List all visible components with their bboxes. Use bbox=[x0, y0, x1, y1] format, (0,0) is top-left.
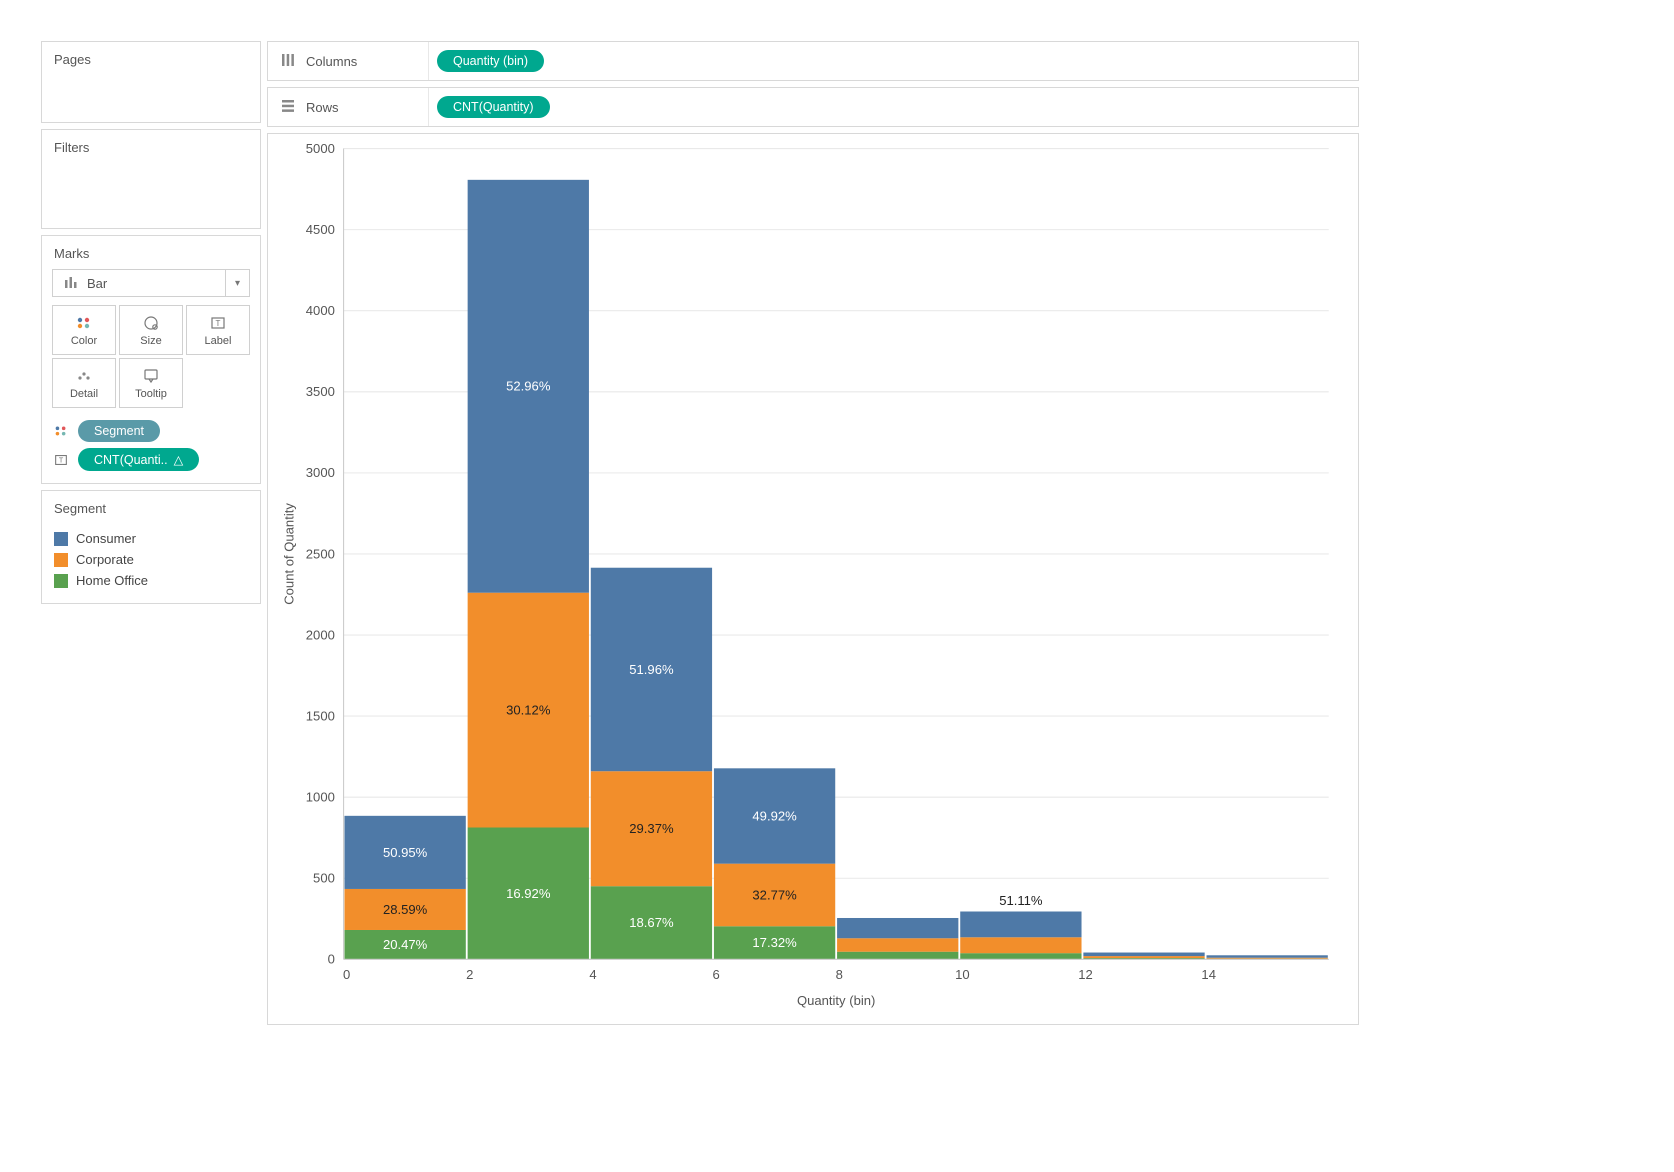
bar-segment[interactable] bbox=[1083, 953, 1204, 957]
legend-item[interactable]: Consumer bbox=[54, 528, 248, 549]
bar-label: 18.67% bbox=[629, 915, 674, 930]
rows-icon bbox=[280, 98, 296, 117]
bar-segment[interactable] bbox=[960, 953, 1081, 959]
pages-title: Pages bbox=[42, 42, 260, 71]
svg-text:0: 0 bbox=[343, 967, 350, 982]
bar-icon bbox=[63, 274, 79, 293]
bar-label: 30.12% bbox=[506, 702, 551, 717]
tooltip-icon bbox=[142, 367, 160, 385]
svg-text:3500: 3500 bbox=[306, 384, 335, 399]
columns-icon bbox=[280, 52, 296, 71]
bar-segment[interactable] bbox=[960, 937, 1081, 953]
svg-text:4500: 4500 bbox=[306, 222, 335, 237]
svg-text:6: 6 bbox=[712, 967, 719, 982]
mark-type-label: Bar bbox=[87, 276, 107, 291]
bar-segment[interactable] bbox=[837, 938, 958, 951]
svg-text:1000: 1000 bbox=[306, 790, 335, 805]
detail-icon bbox=[75, 367, 93, 385]
bar-label: 50.95% bbox=[383, 845, 428, 860]
bar-segment[interactable] bbox=[1083, 956, 1204, 958]
columns-shelf[interactable]: Columns Quantity (bin) bbox=[267, 41, 1359, 81]
chart-view[interactable]: 0 500 1000 1500 2000 2500 3000 3500 4000 4500 5000… bbox=[267, 133, 1359, 1025]
bar-label: 32.77% bbox=[752, 887, 797, 902]
mark-pill-segment[interactable]: Segment bbox=[78, 420, 160, 442]
marks-panel: Marks Bar ▾ Color Size T bbox=[41, 235, 261, 484]
svg-text:T: T bbox=[216, 319, 221, 328]
mark-type-select[interactable]: Bar ▾ bbox=[52, 269, 250, 297]
bar-label: 29.37% bbox=[629, 821, 674, 836]
svg-text:5000: 5000 bbox=[306, 142, 335, 156]
legend-label: Home Office bbox=[76, 573, 148, 588]
legend-item[interactable]: Home Office bbox=[54, 570, 248, 591]
svg-text:14: 14 bbox=[1201, 967, 1216, 982]
bar-label: 17.32% bbox=[752, 935, 797, 950]
y-axis-title: Count of Quantity bbox=[281, 503, 296, 605]
legend-label: Consumer bbox=[76, 531, 136, 546]
bar-label: 51.96% bbox=[629, 662, 674, 677]
legend-item[interactable]: Corporate bbox=[54, 549, 248, 570]
svg-text:T: T bbox=[59, 456, 64, 464]
legend-title: Segment bbox=[42, 491, 260, 520]
marks-detail-button[interactable]: Detail bbox=[52, 358, 116, 408]
bar-label: 20.47% bbox=[383, 937, 428, 952]
rows-label: Rows bbox=[306, 100, 339, 115]
bar-label: 16.92% bbox=[506, 886, 551, 901]
bar-segment[interactable] bbox=[1207, 958, 1328, 959]
svg-text:4000: 4000 bbox=[306, 303, 335, 318]
legend-swatch bbox=[54, 532, 68, 546]
label-icon: T bbox=[52, 452, 70, 468]
legend-label: Corporate bbox=[76, 552, 134, 567]
legend-swatch bbox=[54, 553, 68, 567]
svg-text:1500: 1500 bbox=[306, 708, 335, 723]
legend-panel: Segment Consumer Corporate Home Office bbox=[41, 490, 261, 604]
svg-text:12: 12 bbox=[1078, 967, 1093, 982]
svg-text:10: 10 bbox=[955, 967, 970, 982]
marks-tooltip-button[interactable]: Tooltip bbox=[119, 358, 183, 408]
svg-text:500: 500 bbox=[313, 871, 335, 886]
bar-label: 51.11% bbox=[999, 893, 1043, 908]
bar-label: 52.96% bbox=[506, 379, 551, 394]
filters-title: Filters bbox=[42, 130, 260, 159]
x-axis-title: Quantity (bin) bbox=[797, 993, 875, 1008]
color-icon bbox=[75, 314, 93, 332]
marks-size-button[interactable]: Size bbox=[119, 305, 183, 355]
delta-icon: △ bbox=[174, 452, 184, 467]
size-icon bbox=[142, 314, 160, 332]
rows-shelf[interactable]: Rows CNT(Quantity) bbox=[267, 87, 1359, 127]
marks-label-button[interactable]: T Label bbox=[186, 305, 250, 355]
svg-text:2500: 2500 bbox=[306, 546, 335, 561]
pages-panel: Pages bbox=[41, 41, 261, 123]
svg-text:8: 8 bbox=[836, 967, 843, 982]
svg-text:2000: 2000 bbox=[306, 627, 335, 642]
chevron-down-icon: ▾ bbox=[225, 270, 249, 296]
bar-label: 28.59% bbox=[383, 902, 428, 917]
legend-swatch bbox=[54, 574, 68, 588]
svg-text:4: 4 bbox=[589, 967, 596, 982]
bar-label: 49.92% bbox=[752, 808, 797, 823]
columns-label: Columns bbox=[306, 54, 357, 69]
svg-text:2: 2 bbox=[466, 967, 473, 982]
mark-pill-cnt[interactable]: CNT(Quanti..△ bbox=[78, 448, 199, 471]
marks-title: Marks bbox=[42, 236, 260, 265]
bar-segment[interactable] bbox=[1207, 955, 1328, 957]
svg-text:3000: 3000 bbox=[306, 465, 335, 480]
svg-text:0: 0 bbox=[328, 952, 335, 967]
bar-segment[interactable] bbox=[960, 912, 1081, 938]
columns-pill[interactable]: Quantity (bin) bbox=[437, 50, 544, 72]
bar-segment[interactable] bbox=[837, 952, 958, 960]
filters-panel: Filters bbox=[41, 129, 261, 229]
marks-color-button[interactable]: Color bbox=[52, 305, 116, 355]
label-icon: T bbox=[209, 314, 227, 332]
color-icon bbox=[52, 423, 70, 439]
rows-pill[interactable]: CNT(Quantity) bbox=[437, 96, 550, 118]
bar-segment[interactable] bbox=[837, 918, 958, 938]
